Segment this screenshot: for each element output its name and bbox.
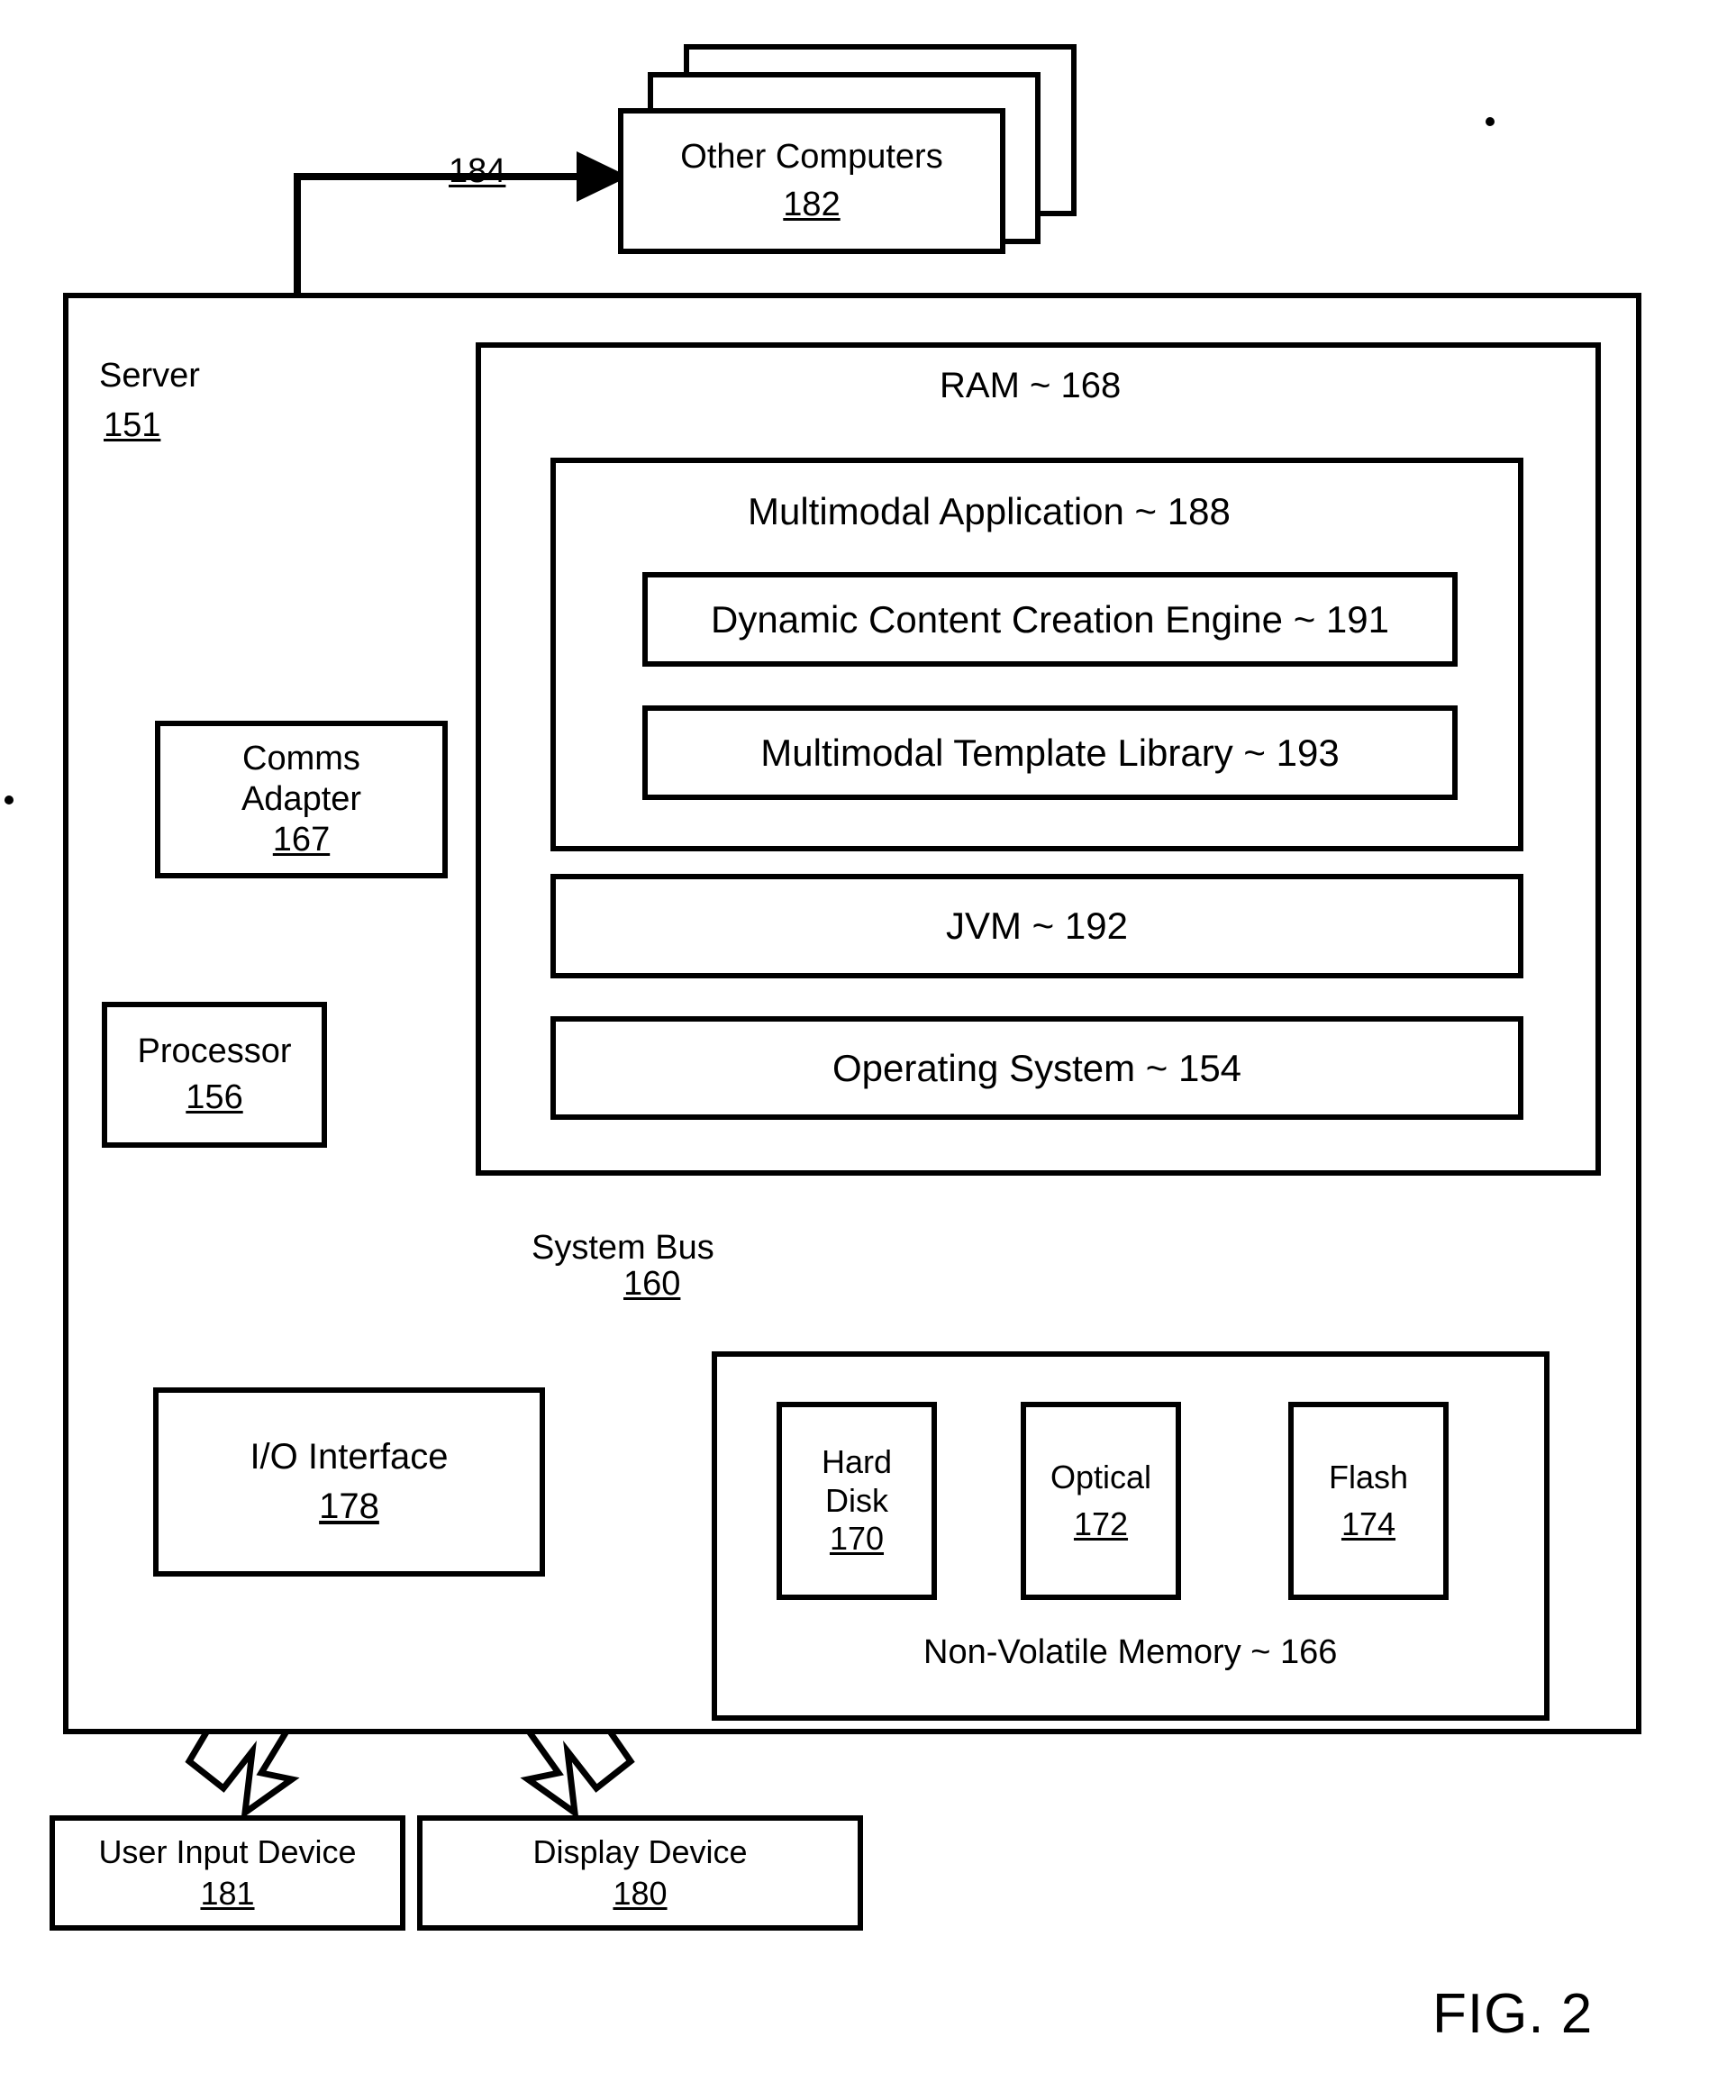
display-device-title: Display Device [532, 1832, 748, 1870]
non-volatile-memory-title: Non-Volatile Memory ~ 166 [923, 1633, 1338, 1671]
server-ref: 151 [104, 406, 161, 444]
optical-box[interactable]: Optical 172 [1021, 1402, 1181, 1600]
flash-line1: Flash [1328, 1458, 1409, 1495]
optical-line1: Optical [1050, 1458, 1152, 1495]
comms-adapter-line2: Adapter [241, 780, 362, 819]
patent-figure-page: Other Computers 182 184 Server 151 RAM ~… [0, 0, 1736, 2100]
hard-disk-line1: Hard [821, 1443, 893, 1481]
io-interface-title: I/O Interface [250, 1436, 449, 1477]
other-computers-title: Other Computers [680, 138, 943, 177]
display-device-ref: 180 [613, 1875, 668, 1912]
system-bus-title: System Bus [532, 1229, 714, 1267]
comms-adapter-line1: Comms [242, 740, 360, 778]
optical-ref: 172 [1073, 1505, 1129, 1542]
display-device-box[interactable]: Display Device 180 [417, 1815, 863, 1931]
hard-disk-box[interactable]: Hard Disk 170 [777, 1402, 937, 1600]
flash-box[interactable]: Flash 174 [1288, 1402, 1449, 1600]
user-input-device-title: User Input Device [98, 1832, 357, 1870]
multimodal-application-title: Multimodal Application ~ 188 [748, 490, 1231, 532]
hard-disk-line2: Disk [825, 1481, 888, 1519]
flash-ref: 174 [1341, 1505, 1396, 1542]
processor-box[interactable]: Processor 156 [102, 1002, 327, 1148]
operating-system-box[interactable]: Operating System ~ 154 [550, 1016, 1523, 1120]
multimodal-template-library-title: Multimodal Template Library ~ 193 [760, 731, 1340, 774]
jvm-box[interactable]: JVM ~ 192 [550, 874, 1523, 978]
dynamic-content-creation-engine-box[interactable]: Dynamic Content Creation Engine ~ 191 [642, 572, 1458, 667]
user-input-device-ref: 181 [200, 1875, 255, 1912]
system-bus-ref: 160 [620, 1264, 685, 1305]
jvm-title: JVM ~ 192 [946, 905, 1128, 948]
comms-adapter-box[interactable]: Comms Adapter 167 [155, 721, 448, 878]
other-computers-ref: 182 [783, 186, 841, 223]
figure-caption: FIG. 2 [1432, 1983, 1594, 2045]
user-input-device-box[interactable]: User Input Device 181 [50, 1815, 405, 1931]
dynamic-content-creation-engine-title: Dynamic Content Creation Engine ~ 191 [711, 597, 1389, 641]
processor-ref: 156 [186, 1078, 243, 1116]
multimodal-template-library-box[interactable]: Multimodal Template Library ~ 193 [642, 705, 1458, 800]
comms-adapter-ref: 167 [272, 820, 331, 859]
ram-title: RAM ~ 168 [940, 366, 1122, 405]
hard-disk-ref: 170 [829, 1520, 885, 1558]
other-computers-box[interactable]: Other Computers 182 [618, 108, 1005, 254]
operating-system-title: Operating System ~ 154 [832, 1046, 1242, 1089]
processor-title: Processor [137, 1032, 292, 1071]
io-interface-ref: 178 [319, 1486, 379, 1526]
server-title: Server [99, 357, 200, 395]
io-interface-box[interactable]: I/O Interface 178 [153, 1387, 545, 1577]
network-link-label-184: 184 [449, 152, 506, 190]
